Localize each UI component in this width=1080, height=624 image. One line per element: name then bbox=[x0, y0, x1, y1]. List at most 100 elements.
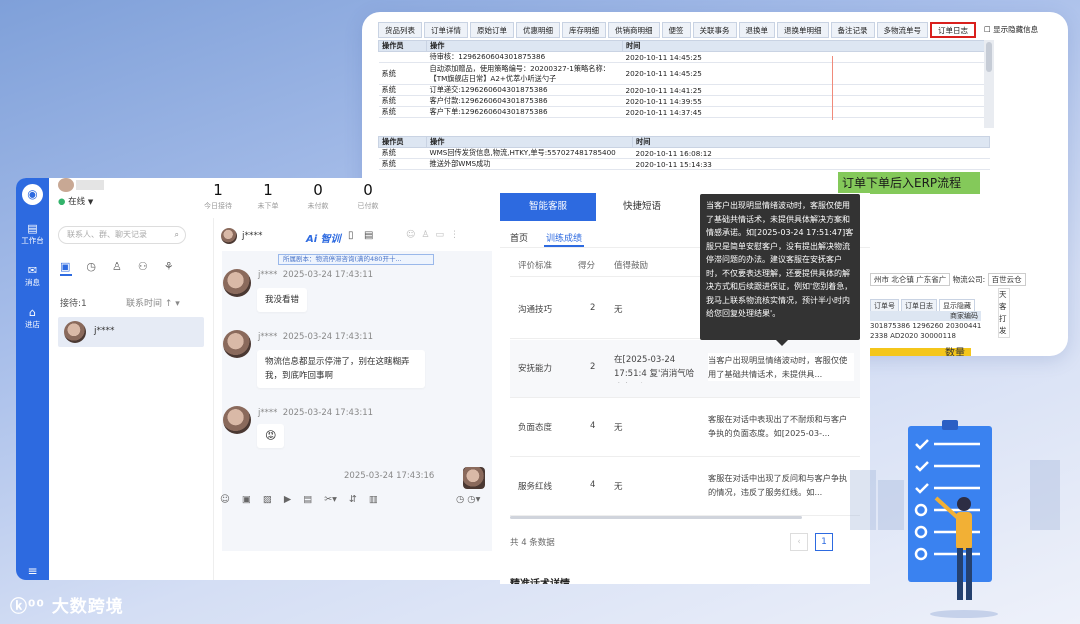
table-row[interactable]: 系统 推送外部WMS成功 2020-10-11 15:14:33 bbox=[378, 158, 990, 170]
tab-smart-service[interactable]: 智能客服 bbox=[500, 193, 596, 221]
mini-cell: 1296260 bbox=[912, 322, 944, 330]
stat-value: 1 bbox=[213, 181, 223, 199]
table-row[interactable]: 服务红线 4 无 客服在对话中出现了反问和与客户争执的情况，违反了服务红线。如.… bbox=[510, 458, 860, 516]
table-row[interactable]: 系统 客户下单:1296260604301875386 2020-10-11 14:… bbox=[378, 106, 990, 118]
org-tree-icon[interactable]: ⚘ bbox=[164, 260, 174, 273]
session-list-item[interactable]: j**** bbox=[58, 317, 204, 347]
stat-label: 未付款 bbox=[307, 202, 329, 210]
yellow-banner: 数量 bbox=[867, 348, 971, 356]
stat-not-ordered: 1 未下单 bbox=[243, 181, 293, 211]
table-row[interactable]: 负面态度 4 无 客服在对话中表现出了不耐烦和与客户争执的负面态度。如[2025… bbox=[510, 399, 860, 457]
table-row[interactable]: 系统 自动添加赠品，使用策略编号：20200327-1策略名称：【TM旗舰店日常】… bbox=[378, 62, 990, 85]
tab-quick-phrases[interactable]: 快捷短语 bbox=[596, 193, 688, 221]
comment-tooltip: 当客户出现明显情绪波动时，客服仅使用了基础共情话术，未提供具体解决方案和情感承诺… bbox=[700, 194, 860, 340]
table-row[interactable]: 系统 订单递交:1296260604301875386 2020-10-11 14:… bbox=[378, 84, 990, 96]
video-icon[interactable]: ▶ bbox=[284, 494, 291, 505]
erp-show-hidden-checkbox[interactable]: ☐ 显示隐藏信息 bbox=[978, 22, 1044, 38]
logistics-value: 百世云仓 bbox=[987, 273, 1026, 286]
nav-workbench[interactable]: ▤ 工作台 bbox=[16, 222, 49, 246]
table-row[interactable]: 待审核：1296260604301875386 2020-10-11 14:45:… bbox=[378, 51, 990, 63]
table-row[interactable]: 系统 WMS回传发货信息,物流,HTKY,单号:557027481785400 20… bbox=[378, 147, 990, 159]
cell-encourage: 在[2025-03-24 17:51:4 复'消消气哈 确实已经 bbox=[614, 355, 695, 379]
status-selector[interactable]: ● 在线 ▼ bbox=[58, 195, 93, 207]
column-header: 值得鼓励 bbox=[614, 261, 649, 271]
message-meta: j**** 2025-03-24 17:43:11 bbox=[258, 270, 373, 280]
horizontal-scrollbar[interactable] bbox=[510, 516, 802, 519]
chat-bubble-icon[interactable]: ▣ bbox=[60, 260, 70, 273]
video-icon[interactable]: ▭ bbox=[435, 230, 450, 240]
erp-tab[interactable]: 货品列表 bbox=[378, 22, 422, 38]
clock-icon[interactable]: ◷ bbox=[86, 260, 96, 273]
image-icon[interactable]: ▣ bbox=[242, 494, 251, 505]
table-row[interactable]: 系统 客户付款:1296260604301875386 2020-10-11 14:… bbox=[378, 95, 990, 107]
mail-icon: ✉ bbox=[27, 264, 38, 277]
user-icon[interactable]: ♙ bbox=[421, 230, 435, 240]
group-icon[interactable]: ⚇ bbox=[138, 260, 148, 273]
cell-op: 系统 bbox=[378, 147, 427, 159]
copy-icon[interactable]: ▥ bbox=[369, 494, 378, 505]
emoji-icon[interactable]: ☺ bbox=[220, 494, 230, 505]
scissors-icon[interactable]: ✂▾ bbox=[324, 494, 337, 505]
avatar bbox=[223, 406, 251, 434]
subtab-training-score[interactable]: 训练成绩 bbox=[546, 231, 582, 244]
stat-label: 今日接待 bbox=[204, 202, 232, 210]
erp-tab-order-log[interactable]: 订单日志 bbox=[930, 22, 976, 38]
sort-icon: ↑ ▾ bbox=[164, 299, 180, 309]
nav-messages[interactable]: ✉ 消息 bbox=[16, 264, 49, 288]
table-row[interactable]: 安抚能力 2 在[2025-03-24 17:51:4 复'消消气哈 确实已经 … bbox=[510, 340, 860, 398]
session-filter-tabs: ▣ ◷ ♙ ⚇ ⚘ bbox=[60, 260, 174, 273]
cell-time: 2020-10-11 14:39:55 bbox=[622, 95, 990, 107]
stat-label: 已付款 bbox=[357, 202, 379, 210]
picture-icon[interactable]: ▨ bbox=[263, 494, 272, 505]
stat-today-reception: 1 今日接待 bbox=[193, 181, 243, 211]
erp-tab[interactable]: 订单详情 bbox=[424, 22, 468, 38]
subtab-home[interactable]: 首页 bbox=[510, 231, 528, 244]
agent-avatar[interactable] bbox=[58, 178, 74, 192]
ai-training-label[interactable]: Ai 智训 bbox=[306, 230, 341, 245]
status-label: 在线 bbox=[68, 197, 86, 207]
mini-row: 2338 AD2020 30000118 bbox=[870, 331, 981, 341]
page-number-button[interactable]: 1 bbox=[815, 533, 833, 551]
search-input[interactable]: 联系人、群、聊天记录 ⌕ bbox=[58, 226, 186, 244]
cell-op: 系统 bbox=[378, 62, 427, 85]
chat-header-actions: ☺♙▭⋮ bbox=[406, 230, 465, 240]
erp-tab[interactable]: 退换单 bbox=[738, 22, 775, 38]
emoji-icon[interactable]: ☺ bbox=[406, 230, 421, 240]
erp-tab[interactable]: 优惠明细 bbox=[516, 22, 560, 38]
erp-wms-log-table: 操作员 操作 时间 系统 WMS回传发货信息,物流,HTKY,单号:5570274… bbox=[378, 136, 990, 170]
column-header: 评价标准 bbox=[518, 261, 553, 271]
cell-time: 2020-10-11 14:45:25 bbox=[622, 62, 990, 85]
doc-icon[interactable]: ▤ bbox=[364, 230, 373, 241]
clock-icon[interactable]: ◷ ◷▾ bbox=[456, 494, 480, 505]
erp-tab[interactable]: 关联事务 bbox=[692, 22, 737, 38]
note-icon[interactable]: ▯ bbox=[348, 230, 354, 241]
erp-tab-bar: 货品列表 订单详情 原始订单 优惠明细 库存明细 供销商明细 便签 关联事务 退… bbox=[378, 22, 1044, 38]
history-icon[interactable]: ⇵ bbox=[349, 494, 357, 505]
erp-tab[interactable]: 备注记录 bbox=[830, 22, 875, 38]
prev-page-button[interactable]: ‹ bbox=[790, 533, 808, 551]
erp-tab[interactable]: 多物流单号 bbox=[876, 22, 928, 38]
search-icon: ⌕ bbox=[174, 230, 179, 239]
erp-tab[interactable]: 退换单明细 bbox=[777, 22, 829, 38]
sort-selector[interactable]: 联系时间 ↑ ▾ bbox=[126, 296, 180, 309]
person-icon[interactable]: ♙ bbox=[112, 260, 122, 273]
erp-tab[interactable]: 库存明细 bbox=[562, 22, 606, 38]
scrollbar[interactable] bbox=[984, 40, 994, 128]
erp-tab[interactable]: 供销商明细 bbox=[608, 22, 660, 38]
column-header: 时间 bbox=[632, 136, 990, 148]
cell-time: 2020-10-11 14:37:45 bbox=[622, 106, 990, 118]
column-header: 操作员 bbox=[378, 136, 427, 148]
erp-tab[interactable]: 原始订单 bbox=[470, 22, 514, 38]
message-time: 2025-03-24 17:43:11 bbox=[282, 270, 374, 280]
message-meta: j**** 2025-03-24 17:43:11 bbox=[258, 408, 373, 418]
tooltip-text: 当客户出现明显情绪波动时，客服仅使用了基础共情话术，未提供具体解决方案和情感承诺… bbox=[706, 201, 854, 318]
menu-icon[interactable]: ≡ bbox=[16, 564, 49, 578]
erp-log-table: 操作员 操作 时间 待审核：1296260604301875386 2020-10… bbox=[378, 40, 990, 118]
file-icon[interactable]: ▤ bbox=[303, 494, 312, 505]
avatar bbox=[64, 321, 86, 343]
cell-score: 4 bbox=[590, 480, 596, 490]
nav-store[interactable]: ⌂ 进店 bbox=[16, 306, 49, 330]
erp-tab[interactable]: 便签 bbox=[661, 22, 691, 38]
mini-cell: AD2020 bbox=[890, 332, 919, 340]
more-icon[interactable]: ⋮ bbox=[450, 230, 465, 240]
